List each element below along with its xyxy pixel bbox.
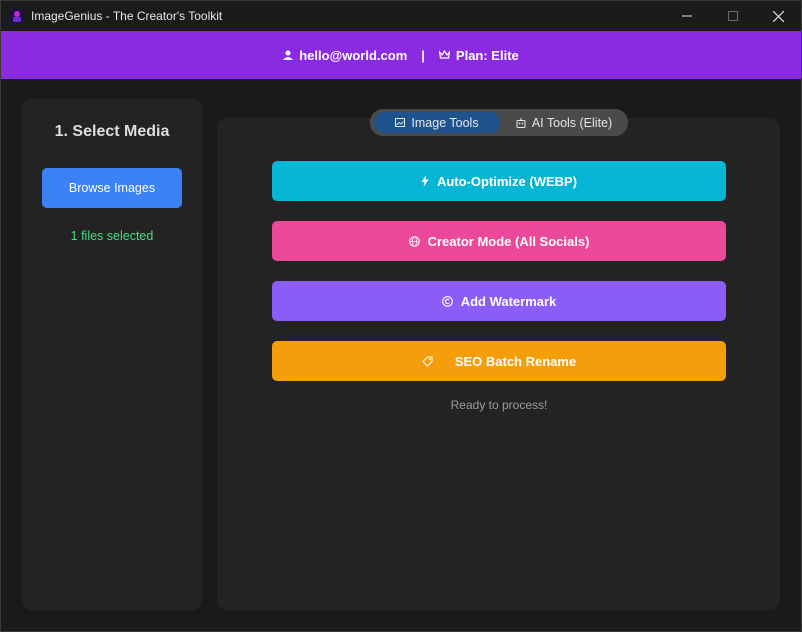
creator-mode-label: Creator Mode (All Socials) [427,233,590,249]
auto-optimize-button[interactable]: Auto-Optimize (WEBP) [272,161,726,201]
lightning-icon [421,175,429,187]
maximize-icon [728,11,738,21]
add-watermark-button[interactable]: Add Watermark [272,281,726,321]
plan-label: Plan: Elite [455,47,519,63]
files-selected-status: 1 files selected [70,229,154,243]
user-email: hello@world.com [299,47,408,63]
plan-segment: Plan: Elite [438,47,519,63]
minimize-button[interactable] [664,1,710,31]
creator-mode-button[interactable]: Creator Mode (All Socials) [272,221,726,261]
tab-image-tools-label: Image Tools [411,115,479,130]
media-panel: 1. Select Media Browse Images 1 files se… [22,99,202,610]
seo-batch-rename-button[interactable]: SEO Batch Rename [272,341,726,381]
tab-ai-tools[interactable]: AI Tools (Elite) [504,112,624,133]
robot-icon [516,117,526,128]
close-button[interactable] [755,1,801,31]
app-window: ImageGenius - The Creator's Toolkit hell… [0,0,802,632]
status-text: Ready to process! [450,398,548,412]
user-email-segment: hello@world.com [283,48,407,63]
user-icon [283,50,294,60]
maximize-button[interactable] [710,1,756,31]
browse-images-button[interactable]: Browse Images [42,168,182,208]
tool-tabs: Image Tools AI Tools (Elite) [370,109,628,136]
minimize-icon [682,15,692,17]
crown-icon [438,50,450,59]
media-panel-title: 1. Select Media [54,123,170,140]
close-icon [772,10,784,22]
header-separator: | [421,47,425,63]
image-icon [395,118,406,127]
add-watermark-label: Add Watermark [460,293,557,309]
globe-icon [408,235,420,247]
title-bar: ImageGenius - The Creator's Toolkit [1,1,801,31]
window-title: ImageGenius - The Creator's Toolkit [31,9,223,23]
seo-batch-rename-label: SEO Batch Rename [454,353,577,369]
tab-ai-tools-label: AI Tools (Elite) [531,115,613,130]
auto-optimize-label: Auto-Optimize (WEBP) [436,173,578,189]
tag-icon [422,355,433,367]
account-header: hello@world.com | Plan: Elite [1,31,801,79]
copyright-icon [441,295,453,307]
app-logo-icon [10,9,24,23]
tab-image-tools[interactable]: Image Tools [374,112,500,133]
